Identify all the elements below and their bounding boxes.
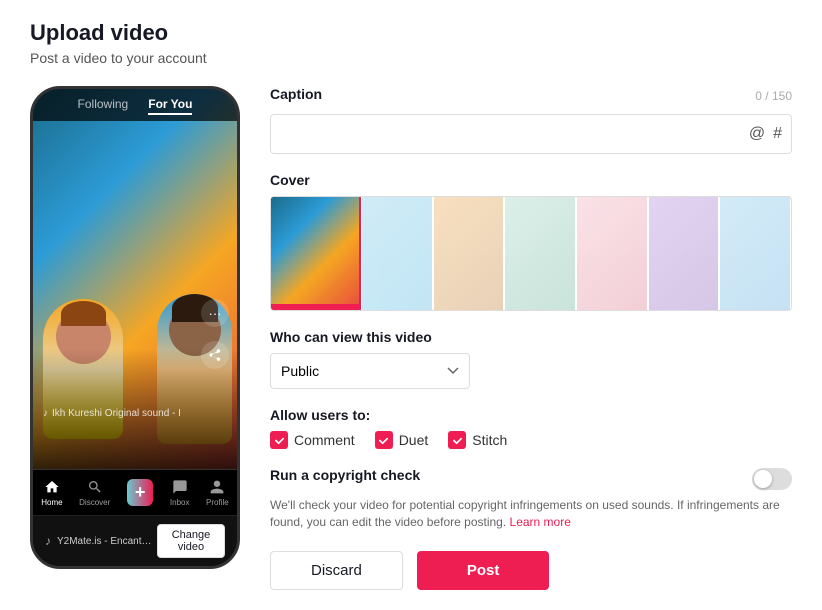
cover-thumb-4[interactable]	[577, 197, 647, 310]
caption-input[interactable]	[270, 114, 792, 154]
phone-nav-for-you: For You	[148, 97, 192, 115]
hash-icon[interactable]: #	[773, 125, 782, 143]
cover-thumb-1[interactable]	[362, 197, 432, 310]
cover-thumb-3[interactable]	[505, 197, 575, 310]
cover-thumb-6[interactable]	[720, 197, 790, 310]
cover-selected[interactable]	[271, 197, 361, 310]
learn-more-link[interactable]: Learn more	[510, 515, 571, 529]
phone-nav-discover: Discover	[79, 478, 110, 507]
footer-filename: Y2Mate.is - Encanto bu...	[57, 536, 157, 547]
home-icon	[43, 478, 61, 496]
action-buttons: Discard Post	[270, 551, 792, 590]
toggle-knob	[754, 470, 772, 488]
phone-bottom-nav: Home Discover + Inbox Pro	[33, 469, 237, 515]
check-icon-3	[452, 435, 463, 446]
phone-nav: Following For You	[33, 89, 237, 121]
phone-nav-inbox: Inbox	[170, 478, 190, 507]
caption-icon-group: @ #	[749, 125, 782, 143]
cover-strip[interactable]	[270, 196, 792, 311]
stitch-label: Stitch	[472, 432, 507, 448]
post-button[interactable]: Post	[417, 551, 550, 590]
allow-duet-option[interactable]: Duet	[375, 431, 429, 449]
comment-checkbox[interactable]	[270, 431, 288, 449]
who-can-view-label: Who can view this video	[270, 329, 792, 345]
allow-users-label: Allow users to:	[270, 407, 792, 423]
stitch-checkbox[interactable]	[448, 431, 466, 449]
comment-label: Comment	[294, 432, 355, 448]
phone-nav-plus[interactable]: +	[127, 479, 154, 506]
more-icon: ···	[201, 299, 229, 327]
caption-label: Caption	[270, 86, 322, 102]
who-can-view-select[interactable]: Public Friends Private	[270, 353, 470, 389]
copyright-row: Run a copyright check	[270, 467, 792, 491]
phone-nav-following: Following	[78, 97, 129, 115]
who-can-view-section: Who can view this video Public Friends P…	[270, 329, 792, 389]
cover-section: Cover	[270, 172, 792, 311]
phone-footer-left: ♪ Y2Mate.is - Encanto bu...	[45, 534, 157, 548]
phone-nav-profile: Profile	[206, 478, 229, 507]
change-video-button[interactable]: Change video	[157, 524, 225, 558]
page-subtitle: Post a video to your account	[30, 50, 792, 66]
cover-label: Cover	[270, 172, 792, 188]
check-icon	[274, 435, 285, 446]
cover-thumbnails	[361, 197, 791, 310]
phone-nav-home: Home	[41, 478, 62, 507]
cover-selected-inner	[271, 197, 359, 310]
cover-thumb-2[interactable]	[434, 197, 504, 310]
discard-button[interactable]: Discard	[270, 551, 403, 590]
copyright-toggle[interactable]	[752, 468, 792, 490]
right-panel: Caption 0 / 150 @ # Cover	[270, 86, 792, 590]
check-icon-2	[378, 435, 389, 446]
duet-label: Duet	[399, 432, 429, 448]
caption-count: 0 / 150	[755, 89, 792, 103]
phone-footer: ♪ Y2Mate.is - Encanto bu... Change video	[33, 515, 237, 566]
phone-sound-text: ♪ Ikh Kureshi Original sound - I	[43, 408, 181, 419]
discover-icon	[86, 478, 104, 496]
share-icon	[201, 341, 229, 369]
at-icon[interactable]: @	[749, 125, 765, 143]
phone-preview: Following For You ···	[30, 86, 240, 569]
copyright-label: Run a copyright check	[270, 467, 420, 483]
cover-thumb-5[interactable]	[649, 197, 719, 310]
inbox-icon	[171, 478, 189, 496]
copyright-section: Run a copyright check We'll check your v…	[270, 467, 792, 531]
duet-checkbox[interactable]	[375, 431, 393, 449]
phone-screen: Following For You ···	[33, 89, 237, 469]
caption-input-wrapper: @ #	[270, 114, 792, 154]
cover-selection-bar	[271, 304, 359, 310]
allow-comment-option[interactable]: Comment	[270, 431, 355, 449]
plus-icon[interactable]: +	[127, 479, 154, 506]
allow-users-section: Allow users to: Comment	[270, 407, 792, 449]
copyright-note: We'll check your video for potential cop…	[270, 497, 790, 531]
profile-icon	[208, 478, 226, 496]
music-icon: ♪	[45, 534, 51, 548]
phone-right-icons: ···	[201, 299, 229, 369]
caption-section: Caption 0 / 150 @ #	[270, 86, 792, 154]
allow-stitch-option[interactable]: Stitch	[448, 431, 507, 449]
allow-options-group: Comment Duet Stitc	[270, 431, 792, 449]
page-title: Upload video	[30, 20, 792, 46]
